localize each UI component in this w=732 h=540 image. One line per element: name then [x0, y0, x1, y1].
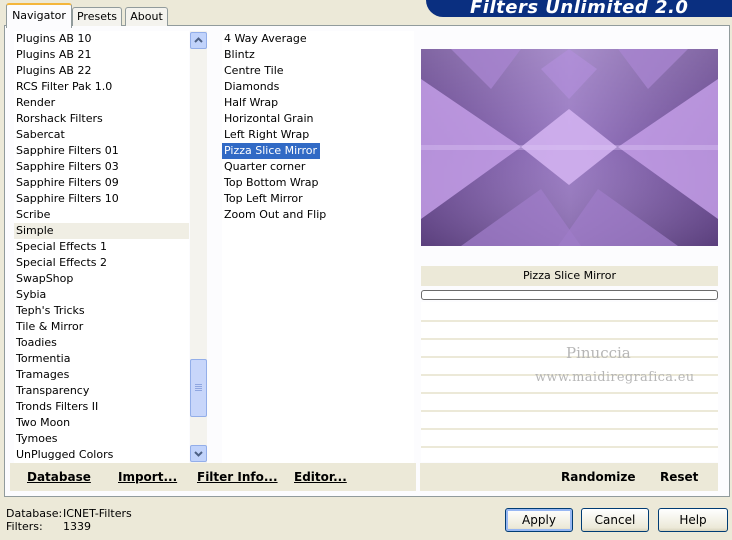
database-label: Database:: [6, 507, 63, 520]
category-item[interactable]: Teph's Tricks: [14, 303, 189, 319]
filters-label: Filters:: [6, 520, 43, 533]
category-item[interactable]: Render: [14, 95, 189, 111]
category-item[interactable]: Sybia: [14, 287, 189, 303]
filter-info-button[interactable]: Filter Info...: [197, 470, 278, 484]
category-item[interactable]: Sapphire Filters 03: [14, 159, 189, 175]
filter-item[interactable]: 4 Way Average: [222, 31, 414, 47]
category-item[interactable]: Sapphire Filters 01: [14, 143, 189, 159]
filter-item[interactable]: Quarter corner: [222, 159, 414, 175]
category-item[interactable]: Plugins AB 22: [14, 63, 189, 79]
scroll-up-button[interactable]: [190, 32, 207, 49]
filter-item[interactable]: Horizontal Grain: [222, 111, 414, 127]
filter-item[interactable]: Diamonds: [222, 79, 414, 95]
editor-button[interactable]: Editor...: [294, 470, 347, 484]
reset-button[interactable]: Reset: [660, 470, 698, 484]
database-value: ICNET-Filters: [63, 507, 132, 520]
chevron-up-icon: [194, 37, 203, 43]
scroll-down-button[interactable]: [190, 445, 207, 462]
category-item[interactable]: SwapShop: [14, 271, 189, 287]
category-item[interactable]: Tronds Filters II: [14, 399, 189, 415]
import-button[interactable]: Import...: [118, 470, 177, 484]
filter-item[interactable]: Top Bottom Wrap: [222, 175, 414, 191]
category-item[interactable]: Toadies: [14, 335, 189, 351]
filter-item[interactable]: Left Right Wrap: [222, 127, 414, 143]
tab-about[interactable]: About: [125, 7, 168, 26]
filter-list[interactable]: 4 Way Average Blintz Centre Tile Diamonds Ha…: [222, 31, 414, 463]
randomize-button[interactable]: Randomize: [561, 470, 635, 484]
tab-navigator[interactable]: Navigator: [6, 3, 72, 28]
category-item[interactable]: Transparency: [14, 383, 189, 399]
watermark-name: Pinuccia: [566, 344, 631, 362]
filter-item[interactable]: Pizza Slice Mirror: [222, 143, 414, 159]
category-item[interactable]: Special Effects 2: [14, 255, 189, 271]
help-button[interactable]: Help: [658, 508, 728, 532]
category-item[interactable]: Sapphire Filters 09: [14, 175, 189, 191]
category-item[interactable]: Tile & Mirror: [14, 319, 189, 335]
category-item[interactable]: Plugins AB 21: [14, 47, 189, 63]
category-item[interactable]: Tramages: [14, 367, 189, 383]
filter-item[interactable]: Centre Tile: [222, 63, 414, 79]
category-item[interactable]: Scribe: [14, 207, 189, 223]
category-list[interactable]: Plugins AB 10 Plugins AB 21 Plugins AB 22 R…: [14, 31, 189, 463]
filter-preview-image: [421, 49, 718, 246]
database-button[interactable]: Database: [27, 470, 91, 484]
category-item[interactable]: Plugins AB 10: [14, 31, 189, 47]
category-item[interactable]: Tormentia: [14, 351, 189, 367]
watermark-url: www.maidiregrafica.eu: [535, 370, 695, 385]
right-button-bar: Randomize Reset: [420, 463, 718, 491]
category-item[interactable]: Simple: [14, 223, 189, 239]
chevron-down-icon: [194, 451, 203, 457]
filter-item[interactable]: Zoom Out and Flip: [222, 207, 414, 223]
category-item[interactable]: Rorshack Filters: [14, 111, 189, 127]
left-button-bar: Database Import... Filter Info... Editor…: [10, 463, 416, 491]
tab-presets[interactable]: Presets: [72, 7, 122, 26]
filters-count: 1339: [63, 520, 91, 533]
category-item[interactable]: UnPlugged Colors: [14, 447, 189, 463]
category-item[interactable]: Sabercat: [14, 127, 189, 143]
category-item[interactable]: Sapphire Filters 10: [14, 191, 189, 207]
filter-item[interactable]: Top Left Mirror: [222, 191, 414, 207]
category-item[interactable]: Special Effects 1: [14, 239, 189, 255]
category-scrollbar[interactable]: [190, 31, 207, 463]
category-item[interactable]: Tymoes: [14, 431, 189, 447]
filter-item[interactable]: Half Wrap: [222, 95, 414, 111]
selected-filter-highlight[interactable]: Pizza Slice Mirror: [222, 143, 321, 159]
apply-button[interactable]: Apply: [505, 508, 573, 532]
category-item[interactable]: RCS Filter Pak 1.0: [14, 79, 189, 95]
app-title: Filters Unlimited 2.0: [470, 0, 689, 18]
category-item[interactable]: Two Moon: [14, 415, 189, 431]
cancel-button[interactable]: Cancel: [581, 508, 649, 532]
scroll-thumb[interactable]: [190, 359, 207, 417]
selected-filter-name: Pizza Slice Mirror: [421, 266, 718, 286]
progress-bar: [421, 290, 718, 300]
filter-item[interactable]: Blintz: [222, 47, 414, 63]
